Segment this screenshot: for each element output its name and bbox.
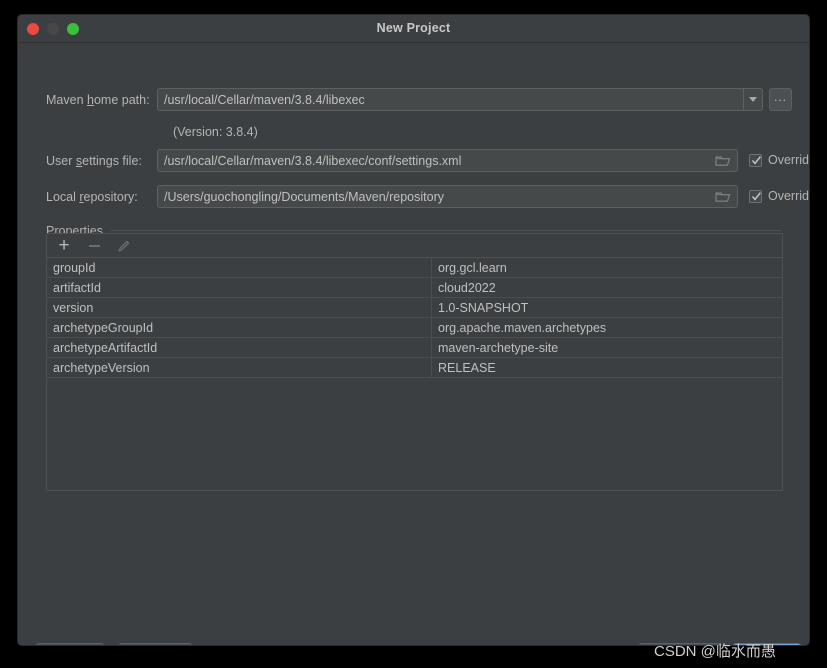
user-settings-override-label: Override [768,153,809,167]
property-value: RELEASE [431,357,782,378]
label-part-post: ome path: [93,93,150,107]
window-titlebar: New Project [18,15,809,43]
properties-table-body: groupId org.gcl.learn artifactId cloud20… [47,258,782,378]
remove-property-button[interactable] [86,238,102,254]
maven-home-path-value: /usr/local/Cellar/maven/3.8.4/libexec [164,92,365,107]
maven-home-path-dropdown-button[interactable] [743,88,763,111]
property-value: cloud2022 [431,277,782,298]
property-value: org.apache.maven.archetypes [431,317,782,338]
label-mnemonic: h [87,93,94,107]
dialog-content: Maven home path: /usr/local/Cellar/maven… [18,43,809,645]
maven-home-path-browse-button[interactable]: ... [769,88,792,111]
local-repository-override-label: Override [768,189,809,203]
edit-property-button[interactable] [116,238,132,254]
maven-home-path-input[interactable]: /usr/local/Cellar/maven/3.8.4/libexec [157,88,763,111]
property-key: version [47,297,432,318]
table-row[interactable]: artifactId cloud2022 [47,277,782,298]
folder-icon[interactable] [715,154,731,168]
property-key: artifactId [47,277,432,298]
user-settings-file-value: /usr/local/Cellar/maven/3.8.4/libexec/co… [164,153,462,168]
table-row[interactable]: archetypeArtifactId maven-archetype-site [47,337,782,358]
label-part-pre: User [46,154,76,168]
local-repository-override-toggle[interactable]: Override [749,189,809,203]
maven-version-note: (Version: 3.8.4) [173,125,258,139]
local-repository-value: /Users/guochongling/Documents/Maven/repo… [164,189,444,204]
label-part-pre: Local [46,190,80,204]
add-property-button[interactable]: + [56,236,72,255]
table-row[interactable]: groupId org.gcl.learn [47,258,782,278]
property-value: maven-archetype-site [431,337,782,358]
properties-panel: + groupId org.gcl.learn artifactId cloud… [46,233,783,491]
property-key: archetypeGroupId [47,317,432,338]
maven-home-path-label: Maven home path: [46,93,150,107]
user-settings-override-toggle[interactable]: Override [749,153,809,167]
local-repository-override-checkbox[interactable] [749,189,762,203]
window-title: New Project [376,21,451,35]
ellipsis-icon: ... [773,90,787,104]
property-key: archetypeArtifactId [47,337,432,358]
property-key: groupId [47,258,432,278]
chevron-down-icon [749,97,757,102]
watermark: CSDN @临水而愚 [654,643,776,660]
folder-icon[interactable] [715,190,731,204]
properties-group-divider [111,230,781,231]
user-settings-override-checkbox[interactable] [749,153,762,167]
cancel-button[interactable]: Cancel [119,643,192,645]
property-value: 1.0-SNAPSHOT [431,297,782,318]
property-key: archetypeVersion [47,357,432,378]
property-value: org.gcl.learn [431,258,782,278]
label-part-pre: Maven [46,93,87,107]
properties-toolbar: + [47,234,782,258]
table-row[interactable]: version 1.0-SNAPSHOT [47,297,782,318]
help-button[interactable]: Help [36,643,104,645]
new-project-dialog: New Project Maven home path: /usr/local/… [17,14,810,646]
user-settings-file-input[interactable]: /usr/local/Cellar/maven/3.8.4/libexec/co… [157,149,738,172]
local-repository-label: Local repository: [46,190,138,204]
label-part-post: epository: [83,190,138,204]
user-settings-file-label: User settings file: [46,154,142,168]
properties-table[interactable]: groupId org.gcl.learn artifactId cloud20… [47,258,782,378]
table-row[interactable]: archetypeVersion RELEASE [47,357,782,378]
table-row[interactable]: archetypeGroupId org.apache.maven.archet… [47,317,782,338]
label-part-post: ettings file: [82,154,142,168]
local-repository-input[interactable]: /Users/guochongling/Documents/Maven/repo… [157,185,738,208]
